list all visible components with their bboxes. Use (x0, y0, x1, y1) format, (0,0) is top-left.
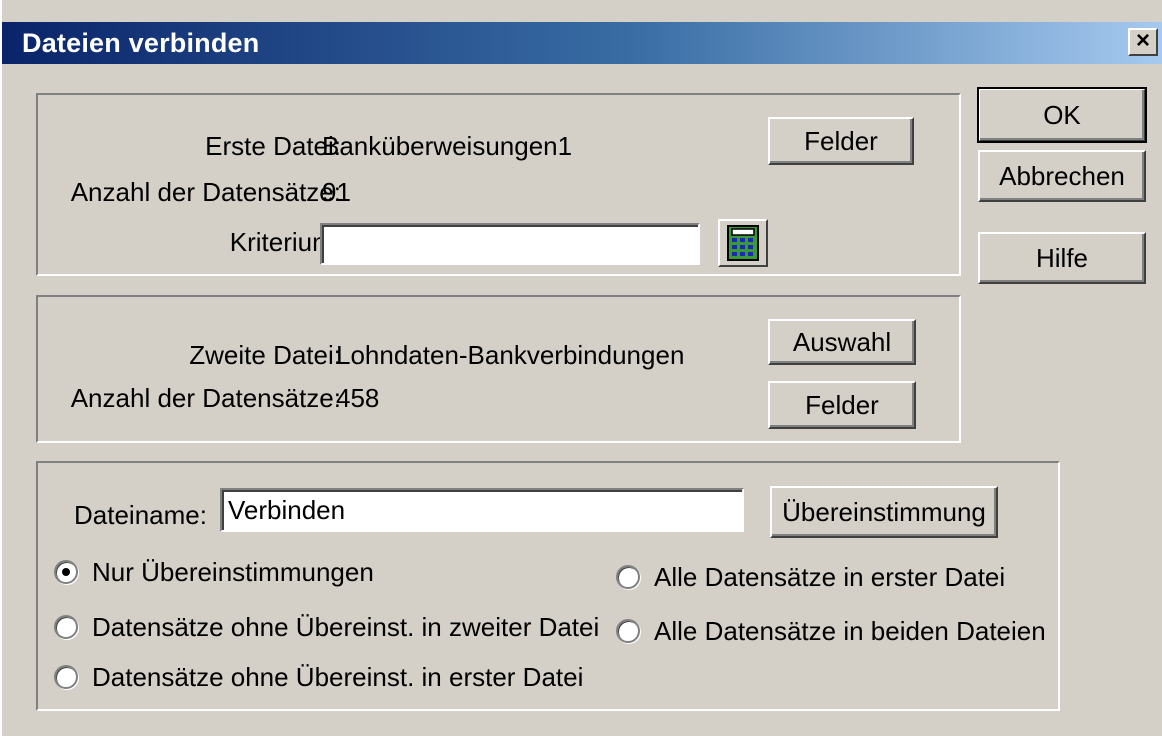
radio-label: Datensätze ohne Übereinst. in erster Dat… (92, 661, 584, 692)
second-file-group: Zweite Datei: Lohndaten-Bankverbindungen… (36, 295, 961, 443)
second-file-name: Lohndaten-Bankverbindungen (336, 340, 685, 370)
first-file-label: Erste Datei: (205, 131, 341, 161)
radio-no-match-second[interactable]: Datensätze ohne Übereinst. in zweiter Da… (54, 612, 599, 642)
second-file-label: Zweite Datei: (189, 340, 341, 370)
close-button[interactable]: × (1128, 28, 1158, 56)
second-file-count: 458 (336, 383, 380, 413)
second-file-select-button[interactable]: Auswahl (768, 319, 916, 365)
first-file-group: Erste Datei: Banküberweisungen1 Felder A… (36, 93, 961, 276)
close-icon: × (1135, 27, 1150, 54)
help-button[interactable]: Hilfe (978, 232, 1146, 284)
filename-input[interactable] (220, 488, 744, 532)
radio-label: Datensätze ohne Übereinst. in zweiter Da… (92, 611, 600, 642)
dialog-title: Dateien verbinden (22, 28, 260, 58)
ok-button[interactable]: OK (977, 87, 1147, 143)
radio-no-match-first[interactable]: Datensätze ohne Übereinst. in erster Dat… (54, 662, 583, 692)
output-options-group: Dateiname: Übereinstimmung Nur Übereinst… (36, 461, 1060, 711)
criterion-editor-button[interactable] (718, 219, 768, 267)
match-button[interactable]: Übereinstimmung (770, 486, 998, 538)
radio-only-matches[interactable]: Nur Übereinstimmungen (54, 557, 374, 587)
radio-label: Nur Übereinstimmungen (92, 556, 374, 587)
radio-button[interactable] (54, 665, 78, 689)
radio-button[interactable] (54, 615, 78, 639)
first-file-count-label: Anzahl der Datensätze: (70, 177, 341, 207)
radio-selected-dot (62, 568, 70, 576)
title-bar[interactable]: Dateien verbinden × (2, 22, 1162, 64)
first-file-count: 91 (322, 177, 351, 207)
criterion-input[interactable] (320, 223, 700, 265)
first-file-fields-button[interactable]: Felder (768, 117, 914, 165)
radio-label: Alle Datensätze in beiden Dateien (654, 615, 1046, 646)
radio-all-both[interactable]: Alle Datensätze in beiden Dateien (616, 616, 1046, 646)
radio-label: Alle Datensätze in erster Datei (654, 561, 1006, 592)
radio-button[interactable] (54, 560, 78, 584)
second-file-count-label: Anzahl der Datensätze: (70, 383, 341, 413)
second-file-fields-button[interactable]: Felder (768, 381, 916, 429)
radio-all-first[interactable]: Alle Datensätze in erster Datei (616, 562, 1005, 592)
filename-label: Dateiname: (74, 500, 207, 530)
cancel-button[interactable]: Abbrechen (978, 150, 1146, 202)
join-files-dialog: Dateien verbinden × Erste Datei: Bankübe… (0, 0, 1162, 736)
radio-button[interactable] (616, 619, 640, 643)
radio-button[interactable] (616, 565, 640, 589)
first-file-name: Banküberweisungen1 (322, 131, 573, 161)
calculator-icon (727, 225, 759, 261)
